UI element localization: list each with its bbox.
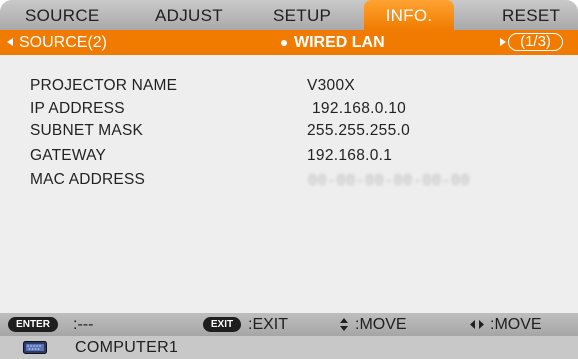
info-value-blurred: 00-00-00-00-00-00 [308,171,471,189]
info-row-projector-name: PROJECTOR NAME V300X [30,77,550,97]
info-row-gateway: GATEWAY 192.168.0.1 [30,147,550,167]
info-value: 192.168.0.10 [312,100,407,117]
tab-source[interactable]: SOURCE [25,0,100,30]
up-down-arrows-icon [340,318,348,331]
left-right-arrows-icon [470,320,484,329]
info-label: MAC ADDRESS [30,171,146,188]
info-row-mac-address: MAC ADDRESS 00-00-00-00-00-00 [30,171,550,191]
info-label: PROJECTOR NAME [30,77,178,94]
exit-action-text: :EXIT [248,316,289,333]
info-value: 192.168.0.1 [307,147,393,164]
page-indicator: (1/3) [508,33,563,51]
move-vertical-text: :MOVE [355,316,407,333]
right-arrow-icon[interactable] [500,38,506,46]
info-row-ip-address: IP ADDRESS 192.168.0.10 [30,100,550,120]
source-status-bar: COMPUTER1 [0,336,578,359]
info-row-subnet-mask: SUBNET MASK 255.255.255.0 [30,122,550,142]
tab-reset[interactable]: RESET [502,0,560,30]
menu-tab-bar: SOURCE ADJUST SETUP INFO. RESET [0,0,578,30]
osd-menu: SOURCE ADJUST SETUP INFO. RESET SOURCE(2… [0,0,578,359]
computer-monitor-icon [23,341,47,354]
tab-adjust[interactable]: ADJUST [155,0,223,30]
tab-setup[interactable]: SETUP [273,0,331,30]
move-horizontal-text: :MOVE [490,316,542,333]
submenu-prev-source[interactable]: SOURCE(2) [19,30,107,55]
selected-dot-icon [281,40,287,46]
info-label: GATEWAY [30,147,107,164]
submenu-current-page: WIRED LAN [294,34,385,51]
enter-key-badge: ENTER [8,317,58,332]
submenu-bar: SOURCE(2) WIRED LAN (1/3) [0,30,578,55]
exit-key-badge: EXIT [203,317,241,332]
info-label: IP ADDRESS [30,100,125,117]
button-guide-bar: ENTER :--- EXIT :EXIT :MOVE :MOVE [0,313,578,336]
info-label: SUBNET MASK [30,122,144,139]
info-value: 255.255.255.0 [307,122,411,139]
info-value: V300X [307,77,356,94]
tab-info[interactable]: INFO. [364,0,454,30]
enter-action-text: :--- [73,316,94,333]
current-source-name: COMPUTER1 [75,339,179,356]
left-arrow-icon[interactable] [7,38,13,46]
